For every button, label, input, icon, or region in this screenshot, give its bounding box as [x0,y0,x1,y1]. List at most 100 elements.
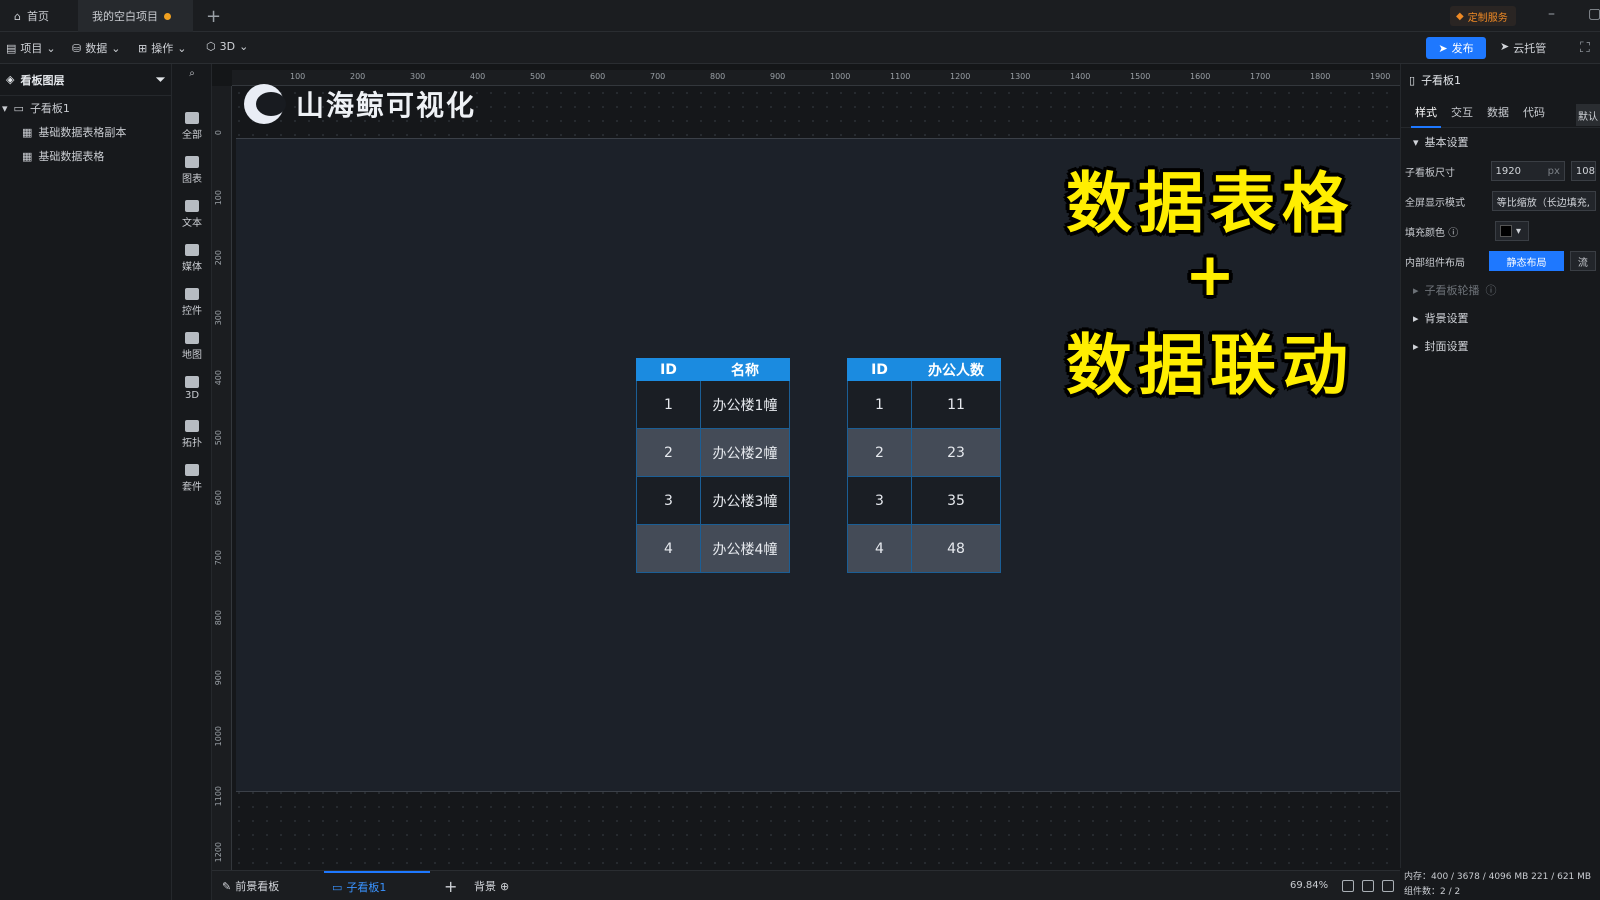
rail-text[interactable]: 文本 [172,200,212,229]
grid-icon [185,112,199,124]
publish-button[interactable]: ➤ 发布 [1426,37,1486,59]
default-button[interactable]: 默认 [1576,104,1600,126]
section-basic[interactable]: ▾ 基本设置 [1401,128,1600,156]
ruler-tick: 1000 [830,72,851,81]
menu-project[interactable]: ▤ 项目 ⌄ [6,40,56,56]
table-row[interactable]: 2 办公楼2幢 [636,428,790,477]
rail-label: 拓扑 [182,438,202,449]
ruler-tick: 1800 [1310,72,1331,81]
menu-operate[interactable]: ⊞ 操作 ⌄ [138,40,186,56]
fullscreen-icon[interactable]: ⛶ [1580,40,1590,56]
tab-home-label: 首页 [26,10,49,23]
rail-3d[interactable]: 3D [172,376,212,401]
filter-icon[interactable]: ⏷ [156,73,165,87]
diamond-icon: ◆ [1456,10,1464,22]
rail-label: 套件 [182,482,202,493]
edit-icon: ✎ [222,879,232,893]
keyboard-icon[interactable] [1362,880,1374,892]
table-row[interactable]: 1 办公楼1幢 [636,380,790,429]
row-layout: 内部组件布局 静态布局 流 [1401,246,1600,276]
tab-style[interactable]: 样式 [1411,96,1441,128]
tree-item-table-copy[interactable]: ▦ 基础数据表格副本 [0,120,171,144]
zoom-level[interactable]: 69.84% [1290,880,1328,891]
ruler-tick: 400 [470,72,486,81]
table-cell: 1 [636,380,701,429]
chevron-down-icon: ⌄ [46,41,56,55]
table-row[interactable]: 3 35 [847,476,1001,525]
section-background[interactable]: ▸ 背景设置 [1401,304,1600,332]
grid-icon: ⊞ [138,41,148,55]
rail-topology[interactable]: 拓扑 [172,420,212,449]
rail-label: 全部 [182,130,202,141]
data-table-staff[interactable]: ID 办公人数 1 11 2 23 3 35 4 48 [847,358,1001,573]
table-row[interactable]: 4 办公楼4幢 [636,524,790,573]
ruler-tick: 100 [214,190,223,206]
cloud-hosting-button[interactable]: ➤ 云托管 [1500,40,1546,56]
tab-code[interactable]: 代码 [1523,96,1545,128]
table-row[interactable]: 2 23 [847,428,1001,477]
caret-down-icon: ▾ [1413,135,1419,149]
board-width-unit: px [1547,165,1560,177]
tab-front-board[interactable]: ✎ 前景看板 [222,871,279,900]
board-width-input[interactable]: 1920 px [1490,161,1565,181]
ruler-tick: 1100 [214,786,223,807]
home-icon: ⌂ [14,9,21,23]
tab-background[interactable]: 背景 ⊕ [474,871,509,900]
board-icon: ▭ [13,101,24,115]
data-table-names[interactable]: ID 名称 1 办公楼1幢 2 办公楼2幢 3 办公楼3幢 4 办公楼4幢 [636,358,790,573]
ruler-tick: 300 [214,310,223,326]
add-board-button[interactable]: + [444,871,457,900]
tab-project[interactable]: 我的空白项目 [78,0,193,32]
tree-item-table[interactable]: ▦ 基础数据表格 [0,144,171,168]
menu-data[interactable]: ⛁ 数据 ⌄ [72,40,120,56]
ruler-tick: 500 [530,72,546,81]
minimize-icon[interactable]: – [1548,6,1555,22]
terminal-icon[interactable] [1382,880,1394,892]
whale-logo-icon [244,84,286,124]
table-header-cell: 办公人数 [911,358,1001,381]
fit-screen-icon[interactable] [1342,880,1354,892]
ruler-tick: 600 [590,72,606,81]
rail-media[interactable]: 媒体 [172,244,212,273]
add-tab-button[interactable]: + [206,6,221,27]
rail-kit[interactable]: 套件 [172,464,212,493]
rail-all[interactable]: 全部 [172,112,212,141]
table-row[interactable]: 4 48 [847,524,1001,573]
rail-chart[interactable]: 图表 [172,156,212,185]
fill-color-picker[interactable]: ▾ [1495,221,1529,241]
fullscreen-select[interactable]: 等比缩放（长边填充, [1491,191,1596,211]
layer-panel-title: 看板图层 [20,73,65,87]
section-carousel[interactable]: ▸ 子看板轮播 ⓘ [1401,276,1600,304]
rail-map[interactable]: 地图 [172,332,212,361]
table-header-cell: ID [636,358,701,381]
search-button[interactable]: ⌕ [172,68,212,79]
table-icon: ▦ [22,149,33,163]
board-height-input[interactable]: 1080 [1570,161,1596,181]
static-layout-toggle[interactable]: 静态布局 [1489,251,1564,271]
ruler-tick: 400 [214,370,223,386]
tab-data[interactable]: 数据 [1487,96,1509,128]
chevron-down-icon: ⌄ [177,41,187,55]
tab-interaction[interactable]: 交互 [1451,96,1473,128]
section-cover[interactable]: ▸ 封面设置 [1401,332,1600,360]
maximize-icon[interactable]: ▢ [1588,6,1600,22]
tree-item-board[interactable]: ▾ ▭ 子看板1 [0,96,171,120]
rail-label: 媒体 [182,262,202,273]
table-row[interactable]: 1 11 [847,380,1001,429]
rail-control[interactable]: 控件 [172,288,212,317]
component-rail: ⌕ 全部 图表 文本 媒体 控件 地图 3D 拓扑 套件 [172,64,212,900]
caret-right-icon: ▸ [1413,283,1419,297]
ruler-tick: 500 [214,430,223,446]
board-icon: ▭ [332,880,343,894]
tab-home[interactable]: ⌂ 首页 [0,0,75,32]
unsaved-dot-icon [164,12,171,20]
ruler-tick: 1200 [214,842,223,863]
ruler-tick: 200 [214,250,223,266]
custom-service-button[interactable]: ◆ 定制服务 [1450,6,1516,26]
menu-3d[interactable]: ⬡ 3D ⌄ [206,40,248,53]
tab-sub-board[interactable]: ▭ 子看板1 [324,871,430,900]
color-swatch [1500,225,1512,237]
flow-layout-toggle[interactable]: 流 [1569,251,1596,271]
table-cell: 办公楼2幢 [700,428,790,477]
table-row[interactable]: 3 办公楼3幢 [636,476,790,525]
